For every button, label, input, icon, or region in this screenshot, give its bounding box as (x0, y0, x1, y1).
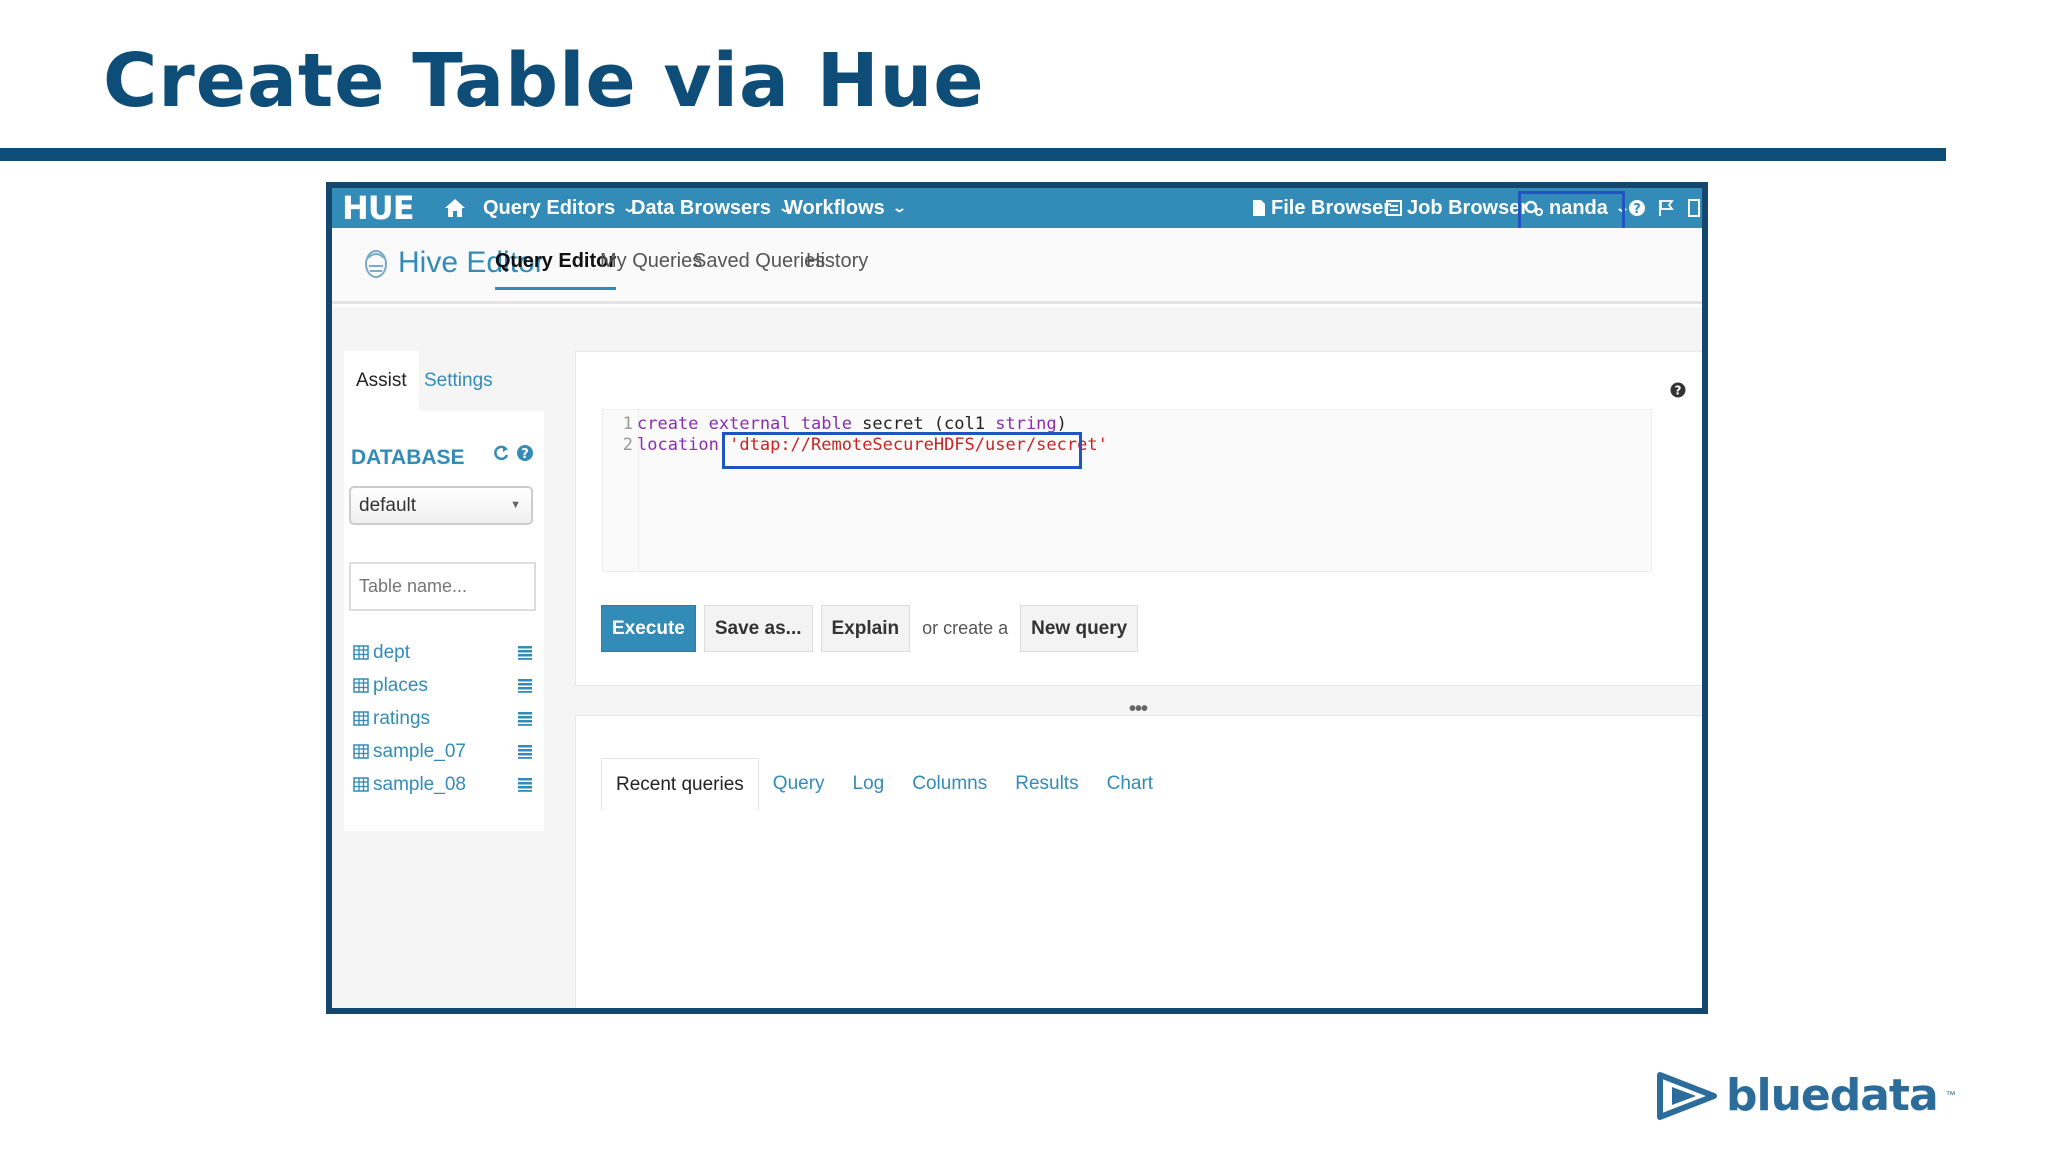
hue-logo[interactable]: HUE (342, 188, 415, 228)
code-line-1: 1 create external table secret (col1 stri… (622, 414, 1067, 434)
nav-job-browser[interactable]: Job Browser (1386, 188, 1528, 228)
flag-icon[interactable] (1658, 188, 1674, 228)
hive-bee-icon (365, 250, 387, 278)
assist-sidebar: Assist Settings DATABASE ? default ▼ dep… (344, 351, 544, 831)
tab-settings[interactable]: Settings (412, 351, 505, 411)
tab-history[interactable]: History (806, 250, 868, 287)
tab-recent-queries[interactable]: Recent queries (601, 758, 759, 810)
nav-workflows[interactable]: Workflows ⌄ (784, 188, 907, 228)
columns-list-icon[interactable] (517, 645, 533, 660)
svg-text:?: ? (521, 447, 529, 462)
columns-list-icon[interactable] (517, 711, 533, 726)
svg-text:?: ? (1633, 202, 1641, 217)
file-icon (1253, 200, 1265, 216)
columns-list-icon[interactable] (517, 744, 533, 759)
table-icon (353, 777, 369, 792)
columns-list-icon[interactable] (517, 678, 533, 693)
nav-data-browsers[interactable]: Data Browsers ⌄ (631, 188, 793, 228)
tab-log[interactable]: Log (839, 758, 899, 810)
new-query-button[interactable]: New query (1020, 605, 1139, 652)
save-as-button[interactable]: Save as... (703, 605, 813, 652)
tab-assist[interactable]: Assist (344, 351, 419, 411)
table-item-places[interactable]: places (353, 669, 533, 702)
refresh-icon[interactable] (492, 444, 510, 462)
slide-title: Create Table via Hue (103, 38, 985, 124)
table-icon (353, 744, 369, 759)
brand-tm: ™ (1945, 1090, 1956, 1101)
hue-top-nav: HUE Query Editors ⌄ Data Browsers ⌄ Workfl… (332, 188, 1702, 240)
tab-query-editor[interactable]: Query Editor (495, 250, 617, 290)
hive-sub-header: Hive Editor Query Editor My Queries Save… (332, 228, 1702, 304)
svg-text:?: ? (1675, 384, 1682, 398)
or-create-text: or create a (922, 618, 1009, 638)
table-item-sample-07[interactable]: sample_07 (353, 735, 533, 768)
tab-columns[interactable]: Columns (898, 758, 1001, 810)
table-item-sample-08[interactable]: sample_08 (353, 768, 533, 801)
database-label: DATABASE (351, 446, 465, 469)
execute-button[interactable]: Execute (601, 605, 696, 652)
table-name-search[interactable] (349, 562, 536, 611)
bluedata-logo: bluedata ™ (1656, 1070, 1956, 1121)
gears-icon (1524, 200, 1543, 216)
editor-actions: Execute Save as... Explain or create a N… (601, 605, 1139, 652)
database-select[interactable]: default ▼ (349, 486, 533, 525)
code-line-2: 2 location 'dtap://RemoteSecureHDFS/user/… (622, 435, 1108, 455)
tab-results[interactable]: Results (1001, 758, 1092, 810)
nav-file-browser[interactable]: File Browser (1252, 188, 1391, 228)
table-list: dept places ratings sample_07 sample_08 (353, 636, 533, 801)
sidebar-tabs: Assist Settings (344, 351, 544, 411)
chevron-down-icon: ⌄ (891, 200, 907, 215)
table-icon (353, 645, 369, 660)
help-icon[interactable]: ? (516, 444, 534, 462)
nav-query-editors[interactable]: Query Editors ⌄ (483, 188, 637, 228)
nav-user-menu[interactable]: nanda ⌄ (1524, 188, 1630, 228)
hue-screenshot: HUE Query Editors ⌄ Data Browsers ⌄ Workfl… (326, 182, 1708, 1014)
database-actions: ? (492, 444, 534, 462)
tab-chart[interactable]: Chart (1093, 758, 1167, 810)
title-rule (0, 148, 1946, 161)
results-card: Recent queries Query Log Columns Results… (575, 715, 1702, 1008)
code-editor[interactable]: 1 create external table secret (col1 stri… (602, 409, 1652, 572)
tab-query[interactable]: Query (759, 758, 839, 810)
bluedata-logo-icon (1657, 1071, 1717, 1120)
logout-icon[interactable] (1688, 188, 1702, 228)
caret-down-icon: ▼ (510, 499, 521, 511)
tab-my-queries[interactable]: My Queries (600, 250, 702, 287)
columns-list-icon[interactable] (517, 777, 533, 792)
query-editor-card: ? 1 create external table secret (col1 st… (575, 351, 1702, 686)
help-icon[interactable]: ? (1628, 188, 1646, 228)
home-icon[interactable] (444, 188, 466, 228)
brand-name: bluedata (1726, 1070, 1939, 1121)
result-tabs: Recent queries Query Log Columns Results… (601, 754, 1167, 810)
table-icon (353, 678, 369, 693)
table-item-dept[interactable]: dept (353, 636, 533, 669)
table-item-ratings[interactable]: ratings (353, 702, 533, 735)
help-icon[interactable]: ? (1670, 382, 1686, 398)
table-icon (353, 711, 369, 726)
list-icon (1386, 200, 1402, 216)
explain-button[interactable]: Explain (820, 605, 911, 652)
